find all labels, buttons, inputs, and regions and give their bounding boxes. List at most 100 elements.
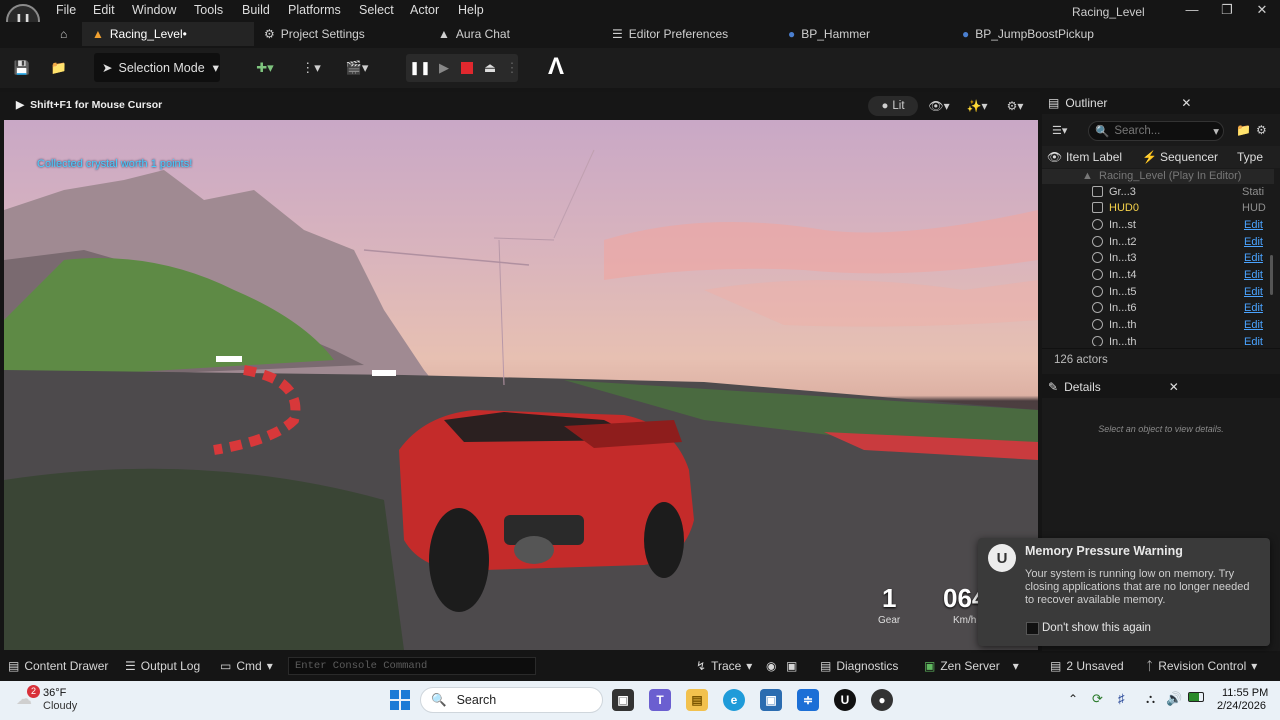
maximize-icon[interactable]: ❐ [1217, 2, 1237, 18]
edit-link[interactable]: Edit [1244, 336, 1263, 346]
teams-icon[interactable]: T [649, 689, 671, 711]
dont-show-label[interactable]: Don't show this again [1042, 622, 1151, 634]
edit-link[interactable]: Edit [1244, 319, 1263, 331]
outliner-row[interactable]: In...t3 Edit [1042, 250, 1280, 267]
tab-project-settings[interactable]: ⚙ Project Settings [264, 22, 365, 46]
pause-icon[interactable]: ❚❚ [409, 55, 431, 81]
outliner-row[interactable]: HUD0 HUD [1042, 200, 1280, 217]
outliner-row[interactable]: Gr...3 Stati [1042, 184, 1280, 201]
cmd-dropdown[interactable]: ▭ Cmd ▾ [220, 659, 273, 673]
file-explorer-icon[interactable]: ▤ [686, 689, 708, 711]
edit-link[interactable]: Edit [1244, 236, 1263, 248]
visual-studio-icon[interactable]: ≑ [797, 689, 819, 711]
chevron-up-icon[interactable]: ⌃ [1068, 692, 1078, 706]
menu-platforms[interactable]: Platforms [288, 3, 341, 17]
edit-link[interactable]: Edit [1244, 269, 1263, 281]
outliner-row[interactable]: In...t5 Edit [1042, 284, 1280, 301]
diagnostics-button[interactable]: ▤ Diagnostics [820, 659, 898, 673]
col-item-label[interactable]: Item Label [1066, 150, 1122, 164]
tab-bp-jumpboostpickup[interactable]: ● BP_JumpBoostPickup [962, 22, 1094, 46]
save-icon[interactable]: 💾 [12, 55, 32, 81]
edit-link[interactable]: Edit [1244, 219, 1263, 231]
add-folder-icon[interactable]: 📁 [1236, 123, 1251, 137]
volume-icon[interactable]: 🔊 [1166, 691, 1182, 707]
trace-dropdown[interactable]: ↯ Trace ▾ [696, 659, 752, 673]
outliner-row[interactable]: In...st Edit [1042, 217, 1280, 234]
console-input[interactable]: Enter Console Command [288, 657, 536, 675]
tab-editor-preferences[interactable]: ☰ Editor Preferences [612, 22, 728, 46]
scalability-icon[interactable]: ✨▾ [960, 96, 994, 116]
add-actor-icon[interactable]: ✚▾ [250, 55, 280, 81]
eject-icon[interactable]: ⏏ [480, 55, 500, 81]
menu-window[interactable]: Window [132, 3, 176, 17]
taskbar-search[interactable]: 🔍 Search [420, 687, 603, 713]
output-log-button[interactable]: ☰ Output Log [125, 659, 200, 673]
edge-icon[interactable]: e [723, 689, 745, 711]
outliner-settings-icon[interactable]: ⚙ [1256, 123, 1267, 137]
edit-link[interactable]: Edit [1244, 252, 1263, 264]
outliner-row[interactable]: In...t2 Edit [1042, 234, 1280, 251]
visibility-icon[interactable]: 👁 [1047, 150, 1062, 164]
language-icon[interactable]: ♯ [1118, 691, 1125, 706]
revision-control-dropdown[interactable]: ᛏ Revision Control ▾ [1146, 659, 1257, 673]
record-icon[interactable]: ◉ [766, 659, 776, 673]
outliner-row[interactable]: In...t4 Edit [1042, 267, 1280, 284]
zen-server-dropdown[interactable]: ▣ Zen Server ▾ [924, 659, 1019, 673]
screenshot-icon[interactable]: ▣ [786, 659, 797, 673]
menu-edit[interactable]: Edit [93, 3, 115, 17]
edit-link[interactable]: Edit [1244, 302, 1263, 314]
outliner-root-row[interactable]: ▲ Racing_Level (Play In Editor) [1042, 169, 1274, 184]
sync-icon[interactable]: ⟳ [1092, 691, 1103, 707]
lit-mode-button[interactable]: ● Lit [868, 96, 918, 116]
outliner-search-input[interactable]: 🔍 Search... ▾ [1088, 121, 1224, 141]
tab-bp-hammer[interactable]: ● BP_Hammer [788, 22, 870, 46]
trace-label: Trace [711, 659, 742, 673]
col-sequencer[interactable]: Sequencer [1160, 150, 1218, 164]
task-view-icon[interactable]: ▣ [612, 689, 634, 711]
unreal-taskbar-icon[interactable]: U [834, 689, 856, 711]
menu-file[interactable]: File [56, 3, 76, 17]
clock-date[interactable]: 2/24/2026 [1217, 700, 1266, 712]
show-flags-icon[interactable]: 👁▾ [924, 96, 954, 116]
app-icon[interactable]: ● [871, 689, 893, 711]
outliner-scrollbar[interactable] [1270, 255, 1273, 295]
content-drawer-button[interactable]: ▤ Content Drawer [8, 659, 108, 673]
stop-icon[interactable] [458, 55, 476, 81]
close-icon[interactable]: ✕ [1181, 96, 1191, 110]
weather-temp[interactable]: 36°F [43, 687, 66, 699]
edit-link[interactable]: Edit [1244, 286, 1263, 298]
menu-tools[interactable]: Tools [194, 3, 223, 17]
outliner-row[interactable]: In...t6 Edit [1042, 300, 1280, 317]
windows-start-icon[interactable] [390, 690, 410, 710]
menu-build[interactable]: Build [242, 3, 270, 17]
close-window-icon[interactable]: ✕ [1252, 2, 1272, 18]
filter-icon[interactable]: ☰▾ [1052, 124, 1067, 137]
wifi-icon[interactable]: ⛬ [1146, 691, 1155, 707]
menu-select[interactable]: Select [359, 3, 394, 17]
outliner-row[interactable]: In...th Edit [1042, 334, 1280, 346]
minimize-icon[interactable]: — [1182, 2, 1202, 17]
cinematics-icon[interactable]: 🎬▾ [342, 55, 372, 81]
clock-time[interactable]: 11:55 PM [1222, 687, 1268, 699]
outliner-row[interactable]: In...th Edit [1042, 317, 1280, 334]
store-icon[interactable]: ▣ [760, 689, 782, 711]
weather-desc[interactable]: Cloudy [43, 700, 77, 712]
home-icon[interactable]: ⌂ [60, 27, 67, 41]
blueprint-menu-icon[interactable]: ⋮▾ [296, 55, 326, 81]
close-icon[interactable]: ✕ [1169, 380, 1179, 394]
menu-help[interactable]: Help [458, 3, 484, 17]
aura-logo-icon[interactable]: Λ [540, 52, 572, 82]
battery-icon[interactable] [1188, 692, 1204, 702]
step-icon[interactable]: ▶ [434, 55, 454, 81]
browse-icon[interactable]: 📁 [48, 55, 70, 81]
game-viewport[interactable]: Collected crystal worth 1 points! 1 Gear… [4, 120, 1038, 650]
tab-racing-level[interactable]: ▲ Racing_Level• [82, 22, 254, 46]
unsaved-button[interactable]: ▤ 2 Unsaved [1050, 659, 1124, 673]
more-options-icon[interactable]: ⋮ [506, 55, 519, 81]
selection-mode-dropdown[interactable]: ➤ Selection Mode ▾ [94, 53, 220, 82]
menu-actor[interactable]: Actor [410, 3, 439, 17]
viewport-settings-icon[interactable]: ⚙▾ [1000, 96, 1030, 116]
tab-aura-chat[interactable]: ▲ Aura Chat [438, 22, 510, 46]
col-type[interactable]: Type [1237, 150, 1263, 164]
dont-show-checkbox[interactable] [1026, 622, 1039, 635]
